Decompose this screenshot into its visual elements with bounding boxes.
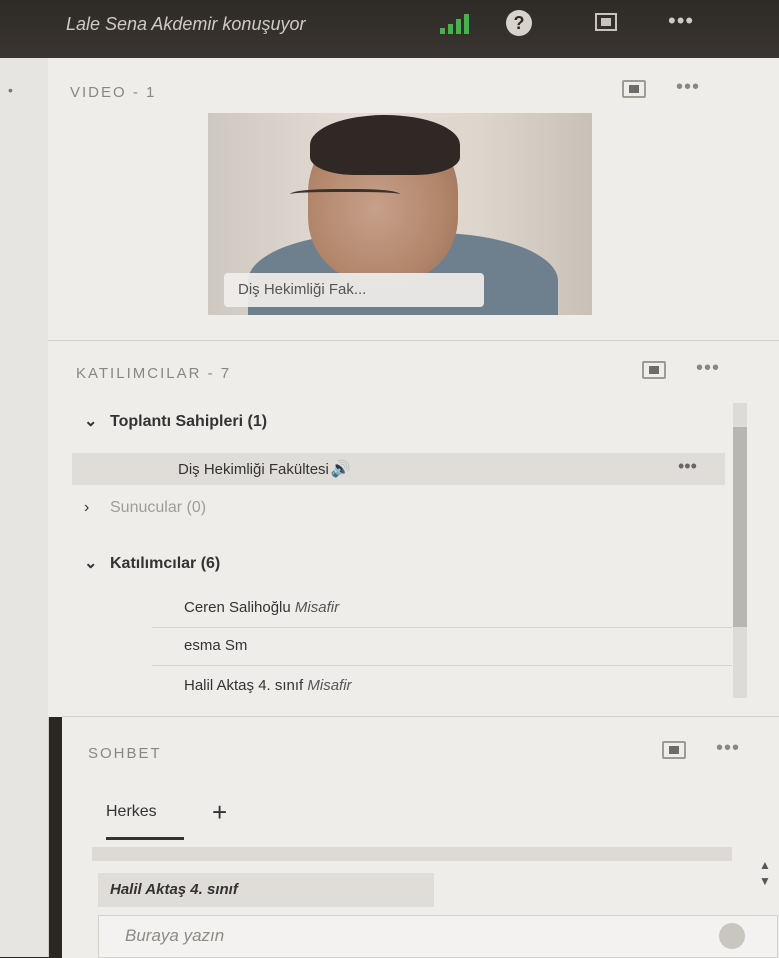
add-chat-tab-icon[interactable]: +	[212, 797, 227, 828]
participant-name: Halil Aktaş 4. sınıf	[184, 677, 304, 694]
speaker-icon: 🔊	[330, 461, 351, 478]
participant-role: Misafir	[307, 677, 352, 694]
video-pod: VIDEO - 1 ••• Diş Hekimliği Fak...	[48, 58, 779, 340]
active-tab-indicator	[106, 837, 184, 840]
group-presenters-label: Sunucular (0)	[110, 499, 207, 516]
selected-row-highlight	[72, 453, 725, 485]
participant-role: Misafir	[294, 599, 340, 616]
attendees-pod-title: KATILIMCILAR - 7	[76, 365, 232, 382]
chat-tab-everyone[interactable]: Herkes	[106, 803, 157, 821]
chevron-right-icon[interactable]: ›	[84, 499, 110, 517]
top-status-bar: Lale Sena Akdemir konuşuyor ? •••	[0, 0, 779, 58]
fullscreen-icon[interactable]	[595, 13, 617, 31]
host-row[interactable]: Diş Hekimliği Fakültesi 🔊	[178, 459, 351, 479]
collapse-icon[interactable]: •	[8, 82, 13, 98]
active-speaker-text: Lale Sena Akdemir konuşuyor	[66, 14, 306, 34]
group-hosts[interactable]: ⌄ Toplantı Sahipleri (1)	[84, 411, 267, 431]
connection-signal-icon[interactable]	[440, 12, 474, 34]
attendees-scroll-thumb[interactable]	[733, 427, 747, 627]
video-feed[interactable]: Diş Hekimliği Fak...	[208, 113, 592, 315]
video-name-label: Diş Hekimliği Fak...	[224, 273, 484, 307]
participant-name: Ceren Salihoğlu	[184, 599, 291, 616]
chevron-down-icon[interactable]: ⌄	[84, 411, 110, 431]
host-row-more-icon[interactable]: •••	[678, 456, 697, 477]
left-panel-edge: •	[0, 58, 49, 957]
participant-row[interactable]: Ceren Salihoğlu Misafir	[184, 599, 339, 616]
chat-scroll-arrows-icon[interactable]: ▲ ▼	[759, 857, 771, 893]
chevron-down-icon[interactable]: ⌄	[84, 553, 110, 573]
video-pod-title: VIDEO - 1	[70, 84, 157, 101]
more-options-icon[interactable]: •••	[668, 8, 694, 34]
attendees-scrollbar[interactable]	[733, 403, 747, 698]
participant-name: esma Sm	[184, 637, 248, 654]
chat-message-input[interactable]: Buraya yazın	[98, 915, 778, 958]
chat-pod-maximize-icon[interactable]	[662, 741, 686, 759]
chat-pod: SOHBET ••• Herkes + ▲ ▼ Halil Aktaş 4. sı…	[62, 716, 779, 958]
group-hosts-label: Toplantı Sahipleri (1)	[110, 413, 268, 430]
video-pod-maximize-icon[interactable]	[622, 80, 646, 98]
chat-pod-more-icon[interactable]: •••	[716, 737, 740, 760]
attendees-pod: KATILIMCILAR - 7 ••• ⌄ Toplantı Sahipleri…	[48, 340, 779, 717]
participant-row[interactable]: esma Sm	[184, 637, 247, 654]
chat-recipient-label[interactable]: Halil Aktaş 4. sınıf	[98, 873, 434, 907]
attendees-pod-maximize-icon[interactable]	[642, 361, 666, 379]
group-participants[interactable]: ⌄ Katılımcılar (6)	[84, 553, 220, 573]
group-participants-label: Katılımcılar (6)	[110, 555, 221, 572]
video-pod-more-icon[interactable]: •••	[676, 76, 700, 99]
chat-pod-title: SOHBET	[88, 745, 162, 762]
host-name: Diş Hekimliği Fakültesi	[178, 461, 329, 478]
emoji-icon[interactable]	[719, 923, 745, 949]
group-presenters[interactable]: › Sunucular (0)	[84, 499, 206, 517]
participant-row[interactable]: Halil Aktaş 4. sınıf Misafir	[184, 677, 352, 694]
attendees-pod-more-icon[interactable]: •••	[696, 357, 720, 380]
help-icon[interactable]: ?	[506, 10, 532, 36]
chat-horizontal-scrollbar[interactable]	[92, 847, 732, 861]
